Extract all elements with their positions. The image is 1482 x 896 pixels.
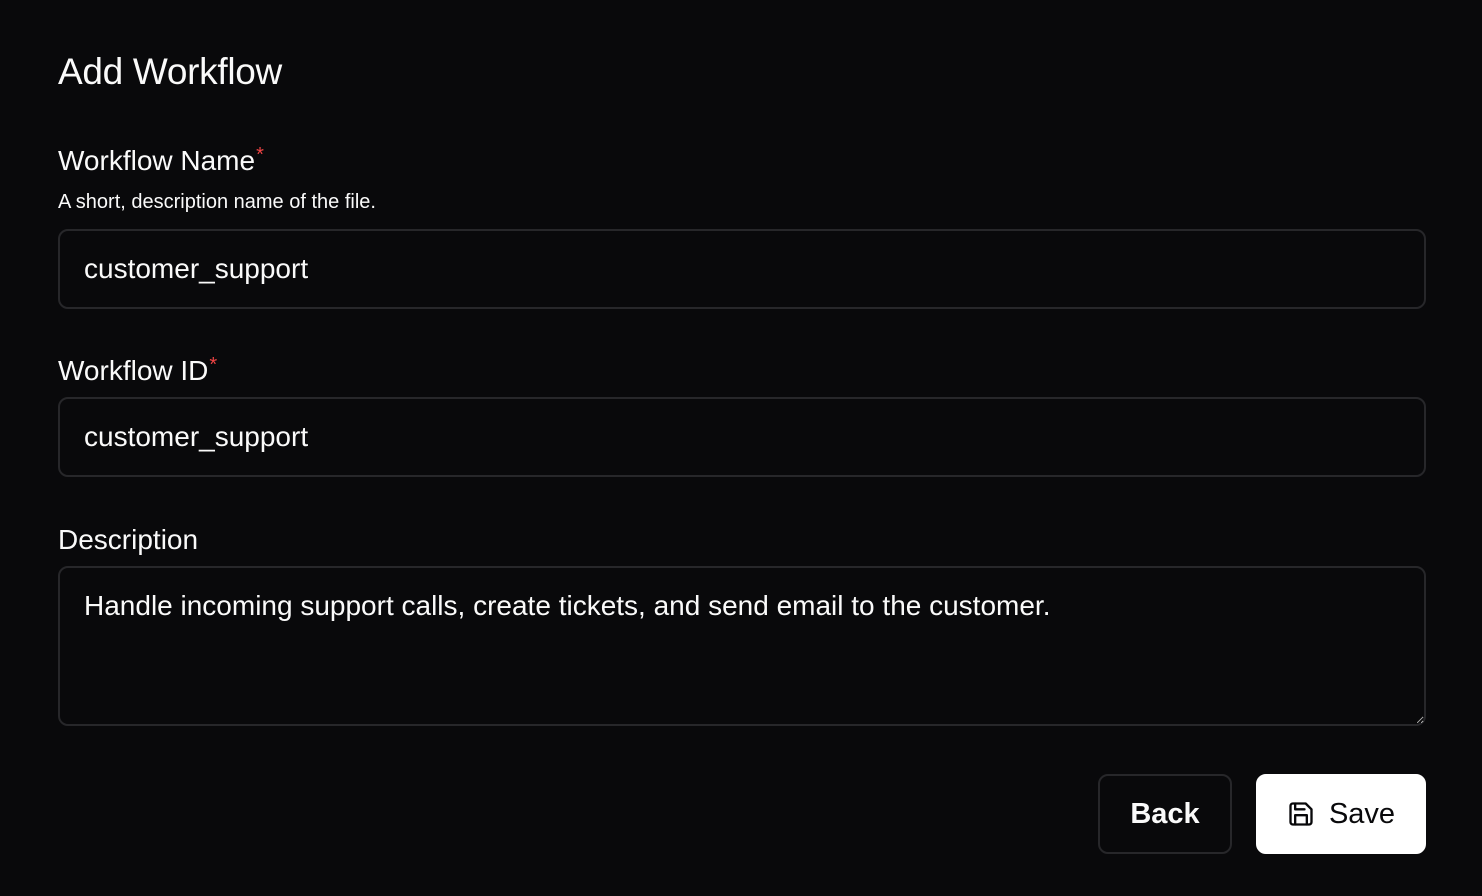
workflow-name-label-text: Workflow Name	[58, 145, 256, 176]
required-asterisk: *	[256, 144, 264, 166]
save-button[interactable]: Save	[1256, 774, 1426, 854]
workflow-name-label: Workflow Name*	[58, 144, 264, 178]
required-asterisk: *	[209, 354, 218, 376]
back-button[interactable]: Back	[1098, 774, 1232, 854]
workflow-name-help-text: A short, description name of the file.	[58, 191, 376, 213]
save-button-label: Save	[1328, 797, 1396, 830]
workflow-id-input[interactable]	[58, 397, 1426, 477]
workflow-id-label: Workflow ID*	[58, 354, 217, 388]
workflow-id-label-text: Workflow ID	[58, 355, 209, 386]
back-button-label: Back	[1130, 797, 1200, 830]
floppy-disk-icon	[1287, 800, 1315, 828]
workflow-name-input[interactable]	[58, 229, 1426, 309]
description-textarea[interactable]: Handle incoming support calls, create ti…	[58, 566, 1426, 726]
page-title: Add Workflow	[58, 51, 282, 92]
description-label: Description	[58, 524, 199, 555]
